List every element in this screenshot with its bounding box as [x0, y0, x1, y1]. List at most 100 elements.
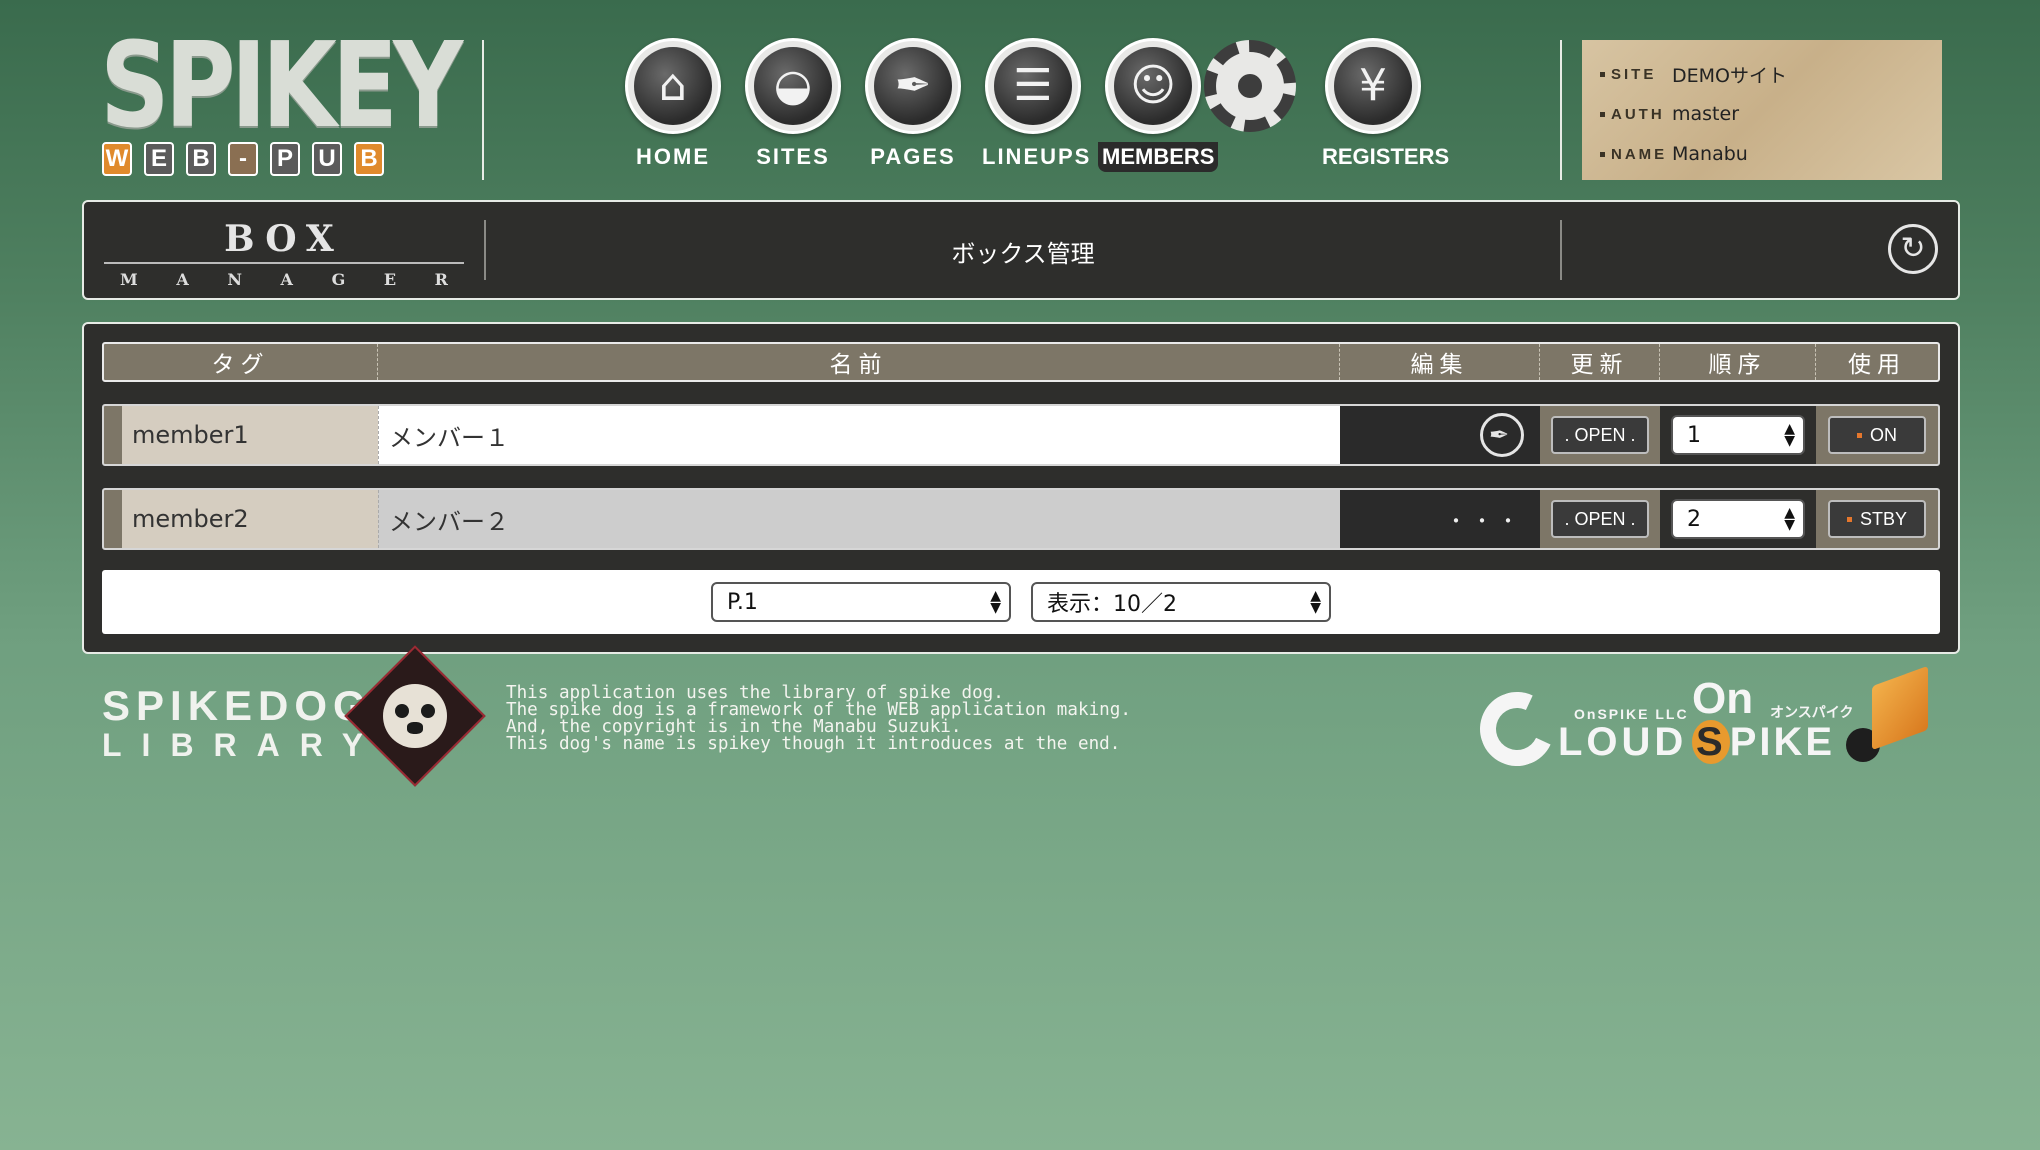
display-select-value: 表示：10／2	[1047, 592, 1177, 617]
manager-word: M A N A G E R	[104, 270, 464, 289]
logo-subtitle: W E B - P U B	[102, 142, 384, 176]
nav-lineups[interactable]: ☰ LINEUPS	[978, 38, 1089, 172]
on-word: On	[1692, 674, 1754, 723]
th-name: 名前	[378, 344, 1340, 380]
auth-value: master	[1672, 103, 1740, 125]
title-bar: BOX M A N A G E R ボックス管理 ↻	[82, 200, 1960, 300]
header-divider	[1560, 40, 1562, 180]
status-label: STBY	[1859, 508, 1907, 529]
box-word: BOX	[224, 218, 344, 260]
manager-letter: N	[227, 270, 242, 289]
table-row: member2 メンバー２ ・・・ . OPEN . 2 ▲ ▼ STBY	[102, 488, 1940, 550]
on-kana: オンスパイク	[1770, 705, 1854, 721]
select-arrows-icon: ▲ ▼	[1310, 588, 1321, 616]
cloud-word: LOUD	[1558, 720, 1688, 764]
nav-pages[interactable]: ✒ PAGES	[858, 38, 968, 172]
select-arrows-icon: ▲ ▼	[1784, 421, 1795, 449]
header-divider	[482, 40, 484, 180]
th-use: 使用	[1848, 352, 1906, 378]
row-tag: member1	[122, 406, 378, 464]
yen-icon: ¥	[1334, 47, 1412, 125]
spike-s: S	[1692, 720, 1730, 764]
nav-members[interactable]: ☺ MEMBERS	[1098, 38, 1219, 172]
box-table-panel: タグ 名前 編集 更新 順序 使用 member1 メンバー１ ✒ . OPEN…	[82, 322, 1960, 654]
order-select[interactable]: 2 ▲ ▼	[1671, 499, 1805, 539]
table-header: タグ 名前 編集 更新 順序 使用	[102, 342, 1940, 382]
pager: P.1 ▲ ▼ 表示：10／2 ▲ ▼	[102, 570, 1940, 634]
manager-letter: E	[383, 270, 397, 289]
logo-char: W	[102, 142, 132, 176]
select-arrows-icon: ▲ ▼	[1784, 505, 1795, 533]
row-edit-cell: ✒	[1340, 406, 1540, 464]
th-edit: 編集	[1340, 344, 1540, 380]
status-label: ON	[1870, 424, 1897, 445]
credit-text: This application uses the library of spi…	[506, 684, 1131, 754]
order-value: 2	[1687, 506, 1701, 532]
page-title: ボックス管理	[951, 240, 1095, 268]
pen-nib-icon: ✒	[874, 47, 952, 125]
site-key: SITE	[1600, 66, 1672, 83]
status-toggle-on[interactable]: ON	[1828, 416, 1926, 454]
logo-char: B	[354, 142, 384, 176]
spike-word: S PIKE	[1692, 720, 1835, 765]
nav-label: LINEUPS	[982, 144, 1092, 169]
open-button[interactable]: . OPEN .	[1551, 500, 1649, 538]
nav-label: SITES	[756, 144, 830, 169]
auth-key: AUTH	[1600, 106, 1672, 123]
cloud-onspike-logo: OnSPIKE LLC LOUD On オンスパイク S PIKE	[1469, 665, 2020, 788]
logo-char: E	[144, 142, 174, 176]
row-name[interactable]: メンバー２	[378, 490, 1340, 548]
home-icon: ⌂	[634, 47, 712, 125]
spike-rest: PIKE	[1729, 720, 1836, 764]
box-manager-logo: BOX M A N A G E R	[104, 218, 464, 289]
cloud-c-mark	[1469, 681, 1565, 777]
manager-letter: A	[176, 270, 189, 289]
th-tag: タグ	[104, 344, 378, 380]
manager-letter: M	[120, 270, 138, 289]
globe-icon: ◒	[754, 47, 832, 125]
nav-label: HOME	[636, 144, 710, 169]
table-row: member1 メンバー１ ✒ . OPEN . 1 ▲ ▼ ON	[102, 404, 1940, 466]
row-edit-cell: ・・・	[1340, 490, 1540, 548]
nav-label-active: MEMBERS	[1098, 142, 1219, 172]
manager-letter: G	[331, 270, 346, 289]
th-order: 順序	[1660, 344, 1816, 380]
select-arrows-icon: ▲ ▼	[990, 588, 1001, 616]
row-tag: member2	[122, 490, 378, 548]
order-select[interactable]: 1 ▲ ▼	[1671, 415, 1805, 455]
orange-flag-icon	[1872, 665, 1928, 751]
edit-pen-icon[interactable]: ✒	[1480, 413, 1524, 457]
logo-char: P	[270, 142, 300, 176]
logo-title: SPIKEY	[100, 16, 463, 154]
name-key: NAME	[1600, 146, 1672, 163]
logo-char: B	[186, 142, 216, 176]
smiley-icon: ☺	[1114, 47, 1192, 125]
gear-hole	[1230, 66, 1270, 106]
page-select-value: P.1	[727, 589, 758, 615]
nav-sites[interactable]: ◒ SITES	[738, 38, 848, 172]
session-info: SITE DEMOサイト AUTH master NAME Manabu	[1582, 40, 1942, 180]
open-button[interactable]: . OPEN .	[1551, 416, 1649, 454]
refresh-icon[interactable]: ↻	[1888, 224, 1938, 274]
manager-letter: R	[434, 270, 448, 289]
dog-mascot-icon	[344, 645, 486, 787]
th-update: 更新	[1540, 344, 1660, 380]
nav-home[interactable]: ⌂ HOME	[618, 38, 728, 172]
nav-registers[interactable]: ¥ REGISTERS	[1318, 38, 1449, 172]
page-select[interactable]: P.1 ▲ ▼	[711, 582, 1011, 622]
lib-bottom: LIBRARY	[102, 727, 384, 763]
logo-char: U	[312, 142, 342, 176]
row-name[interactable]: メンバー１	[378, 406, 1340, 464]
order-value: 1	[1687, 422, 1701, 448]
spikedog-library-logo: SPIKEDOG LIBRARY	[102, 682, 384, 763]
nav-label: REGISTERS	[1322, 144, 1450, 169]
lib-top: SPIKEDOG	[102, 682, 372, 729]
app-logo[interactable]: SPIKEY W E B - P U B	[100, 16, 470, 180]
nav-label: PAGES	[870, 144, 956, 169]
status-toggle-stby[interactable]: STBY	[1828, 500, 1926, 538]
stack-icon: ☰	[994, 47, 1072, 125]
credit-line: This dog's name is spikey though it intr…	[506, 734, 1121, 754]
name-value: Manabu	[1672, 143, 1748, 165]
edit-dots: ・・・	[1446, 508, 1524, 533]
display-count-select[interactable]: 表示：10／2 ▲ ▼	[1031, 582, 1331, 622]
